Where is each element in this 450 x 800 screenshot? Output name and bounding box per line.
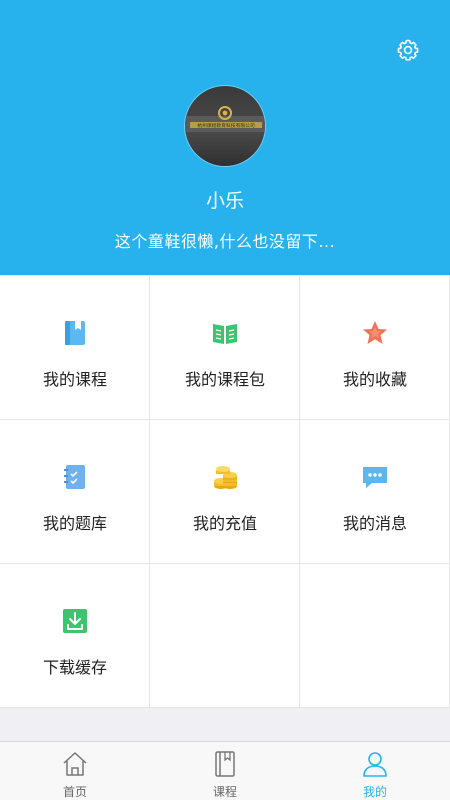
spacer-strip — [0, 708, 450, 741]
coins-icon — [208, 460, 242, 494]
course-book-icon — [215, 751, 235, 777]
my-favorites-button[interactable]: 我的收藏 — [300, 276, 450, 420]
my-recharge-button[interactable]: 我的充值 — [150, 420, 300, 564]
tab-home[interactable]: 首页 — [0, 742, 150, 800]
my-courses-button[interactable]: 我的课程 — [0, 276, 150, 420]
grid-item-label: 我的充值 — [192, 514, 257, 533]
user-signature: 这个童鞋很懒,什么也没留下... — [114, 232, 336, 251]
tab-label: 我的 — [362, 785, 387, 799]
profile-header: 杭州课程教育科技有限公司 小乐 这个童鞋很懒,什么也没留下... — [0, 0, 450, 275]
grid-item-label: 下载缓存 — [42, 658, 107, 677]
my-messages-button[interactable]: 我的消息 — [300, 420, 450, 564]
notebook-checklist-icon — [58, 460, 92, 494]
grid-item-label: 我的课程包 — [184, 370, 265, 389]
grid-item-label: 我的课程 — [42, 370, 107, 389]
tab-label: 课程 — [212, 785, 237, 799]
tab-mine[interactable]: 我的 — [300, 742, 450, 800]
home-icon — [63, 752, 87, 776]
user-icon — [363, 752, 387, 777]
feature-grid: 我的课程 我的课程包 我的收藏 我的题库 我的充值 我的消息 下载缓存 — [0, 275, 450, 708]
tab-label: 首页 — [62, 785, 87, 799]
grid-item-label: 我的收藏 — [342, 370, 407, 389]
grid-item-label: 我的题库 — [42, 514, 107, 533]
settings-button[interactable] — [392, 34, 424, 66]
username: 小乐 — [205, 190, 244, 212]
book-icon — [58, 316, 92, 350]
empty-cell — [150, 564, 300, 708]
star-icon — [358, 316, 392, 350]
download-cache-button[interactable]: 下载缓存 — [0, 564, 150, 708]
avatar[interactable]: 杭州课程教育科技有限公司 — [184, 85, 266, 167]
gear-icon — [397, 39, 419, 61]
my-question-bank-button[interactable]: 我的题库 — [0, 420, 150, 564]
tab-courses[interactable]: 课程 — [150, 742, 300, 800]
open-book-icon — [208, 316, 242, 350]
bottom-tab-bar: 首页 课程 我的 — [0, 741, 450, 800]
download-icon — [58, 604, 92, 638]
avatar-caption: 杭州课程教育科技有限公司 — [197, 122, 255, 129]
my-course-packages-button[interactable]: 我的课程包 — [150, 276, 300, 420]
chat-bubble-icon — [358, 460, 392, 494]
grid-item-label: 我的消息 — [342, 514, 407, 533]
empty-cell — [300, 564, 450, 708]
